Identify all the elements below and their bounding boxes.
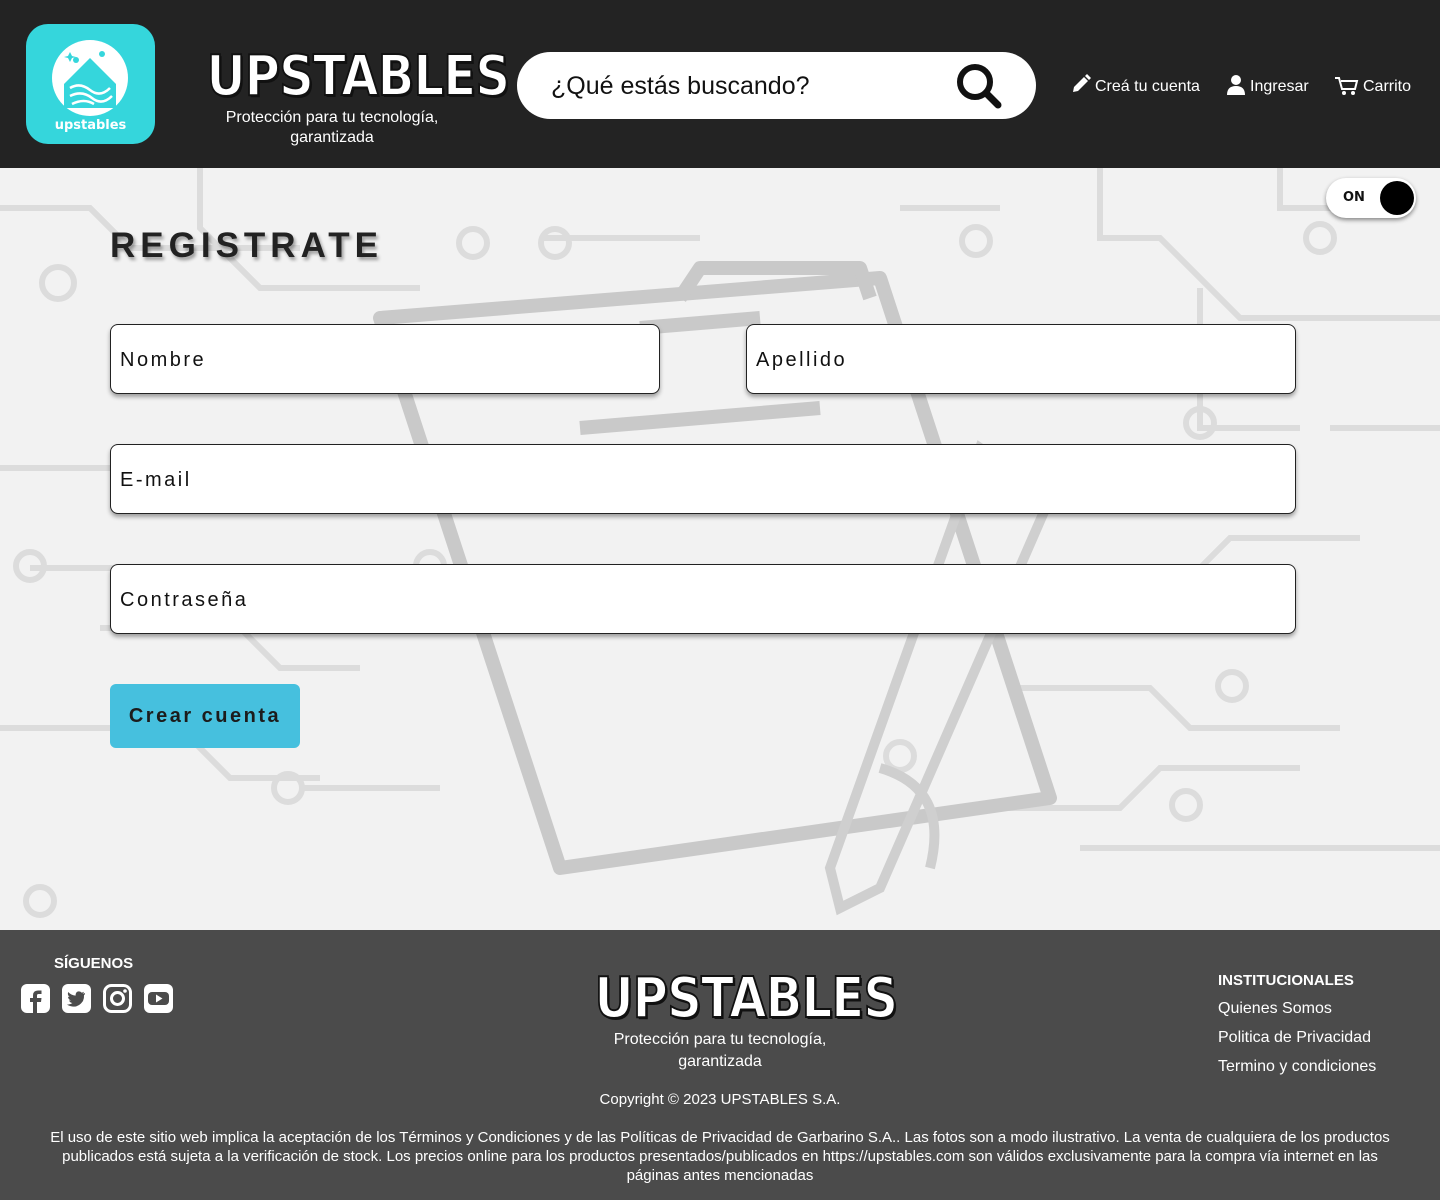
- create-account-button[interactable]: Crear cuenta: [110, 684, 300, 748]
- twitter-icon[interactable]: [62, 984, 91, 1013]
- search-input[interactable]: [549, 64, 933, 108]
- login-label: Ingresar: [1250, 78, 1309, 95]
- follow-title: SÍGUENOS: [54, 955, 134, 972]
- brand-tagline-line1: Protección para tu tecnología,: [225, 109, 439, 126]
- terms-link[interactable]: Termino y condiciones: [1218, 1058, 1376, 1076]
- institutional-title: INSTITUCIONALES: [1218, 972, 1354, 989]
- create-account-link[interactable]: Creá tu cuenta: [1071, 66, 1200, 96]
- page-title: REGISTRATE: [110, 226, 383, 265]
- brand-name: UPSTABLES: [206, 44, 511, 109]
- footer-brand-name: UPSTABLES: [594, 966, 899, 1031]
- cart-icon: [1335, 77, 1359, 95]
- footer-tagline-line2: garantizada: [678, 1053, 762, 1070]
- last-name-field: [746, 324, 1296, 395]
- password-input[interactable]: [118, 565, 1292, 635]
- email-input[interactable]: [118, 445, 1292, 515]
- site-footer: SÍGUENOS UPSTABLES Protección para tu te…: [0, 930, 1440, 1200]
- cart-link[interactable]: Carrito: [1335, 66, 1411, 96]
- create-account-label: Creá tu cuenta: [1095, 78, 1200, 95]
- privacy-policy-link[interactable]: Politica de Privacidad: [1218, 1029, 1371, 1047]
- youtube-icon[interactable]: [144, 984, 173, 1013]
- logo[interactable]: upstables: [26, 24, 155, 144]
- instagram-icon[interactable]: [103, 984, 132, 1013]
- brand-tagline-line2: garantizada: [290, 129, 374, 146]
- search-box: [517, 52, 1036, 119]
- register-section: ON: [0, 168, 1440, 930]
- pencil-icon: [1073, 74, 1091, 92]
- theme-toggle[interactable]: ON: [1326, 178, 1416, 218]
- password-field: [110, 564, 1296, 635]
- search-icon[interactable]: [953, 60, 1005, 112]
- about-us-link[interactable]: Quienes Somos: [1218, 1000, 1332, 1018]
- circuit-background-illustration: [0, 168, 1440, 918]
- last-name-input[interactable]: [754, 325, 1292, 395]
- logo-label: upstables: [54, 118, 127, 133]
- cart-label: Carrito: [1363, 78, 1412, 95]
- logo-circuit-house-icon: [52, 40, 128, 116]
- toggle-label: ON: [1343, 190, 1365, 205]
- brand[interactable]: UPSTABLES Protección para tu tecnología,…: [186, 44, 511, 148]
- user-icon: [1227, 75, 1245, 95]
- email-field: [110, 444, 1296, 515]
- footer-brand: UPSTABLES Protección para tu tecnología,…: [574, 966, 899, 1072]
- first-name-field: [110, 324, 660, 395]
- login-link[interactable]: Ingresar: [1226, 66, 1309, 96]
- legal-disclaimer: El uso de este sitio web implica la acep…: [50, 1129, 1390, 1184]
- copyright: Copyright © 2023 UPSTABLES S.A.: [599, 1091, 841, 1108]
- facebook-icon[interactable]: [21, 984, 50, 1013]
- footer-tagline-line1: Protección para tu tecnología,: [613, 1031, 827, 1048]
- toggle-knob: [1380, 181, 1414, 215]
- site-header: upstables UPSTABLES Protección para tu t…: [0, 0, 1440, 168]
- first-name-input[interactable]: [118, 325, 656, 395]
